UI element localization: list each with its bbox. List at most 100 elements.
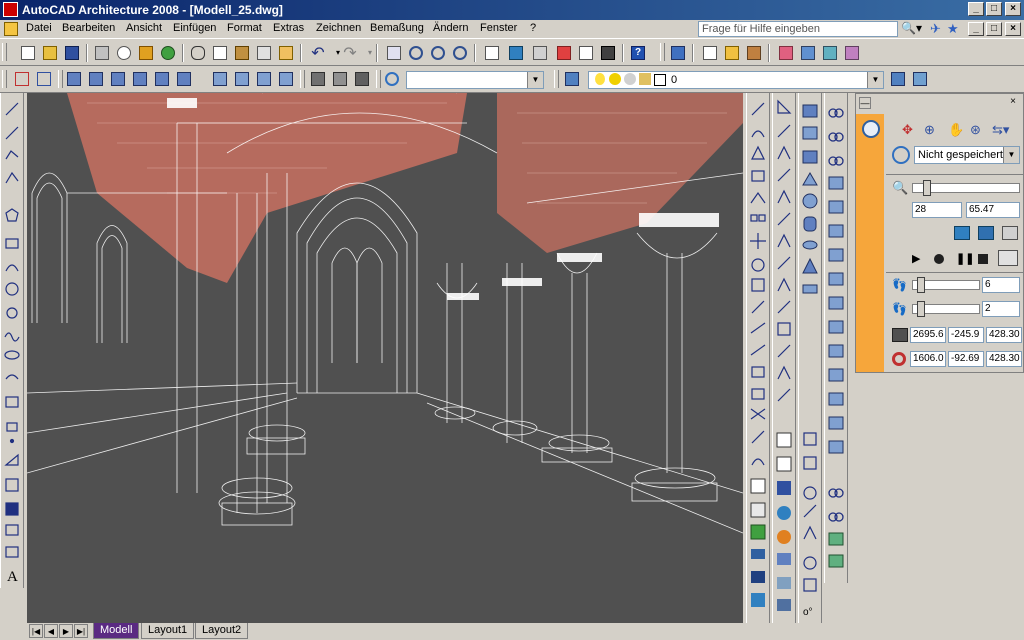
tab-first-button[interactable]: |◀	[29, 624, 43, 638]
top-view-button[interactable]	[64, 69, 84, 89]
maximize-button[interactable]: □	[986, 2, 1002, 16]
left-view-button[interactable]	[108, 69, 128, 89]
tab-modell[interactable]: Modell	[93, 623, 140, 639]
view-tool-2-button[interactable]	[34, 69, 54, 89]
model-viewport[interactable]	[27, 93, 743, 623]
zoom-min-field[interactable]: 28	[912, 202, 962, 218]
save-button[interactable]	[62, 43, 82, 63]
target-y-field[interactable]: -92.69	[948, 351, 984, 367]
menu-extras[interactable]: Extras	[273, 22, 304, 34]
zoom-max-field[interactable]: 65.47	[966, 202, 1020, 218]
open-file-button[interactable]	[40, 43, 60, 63]
design-tool-2-button[interactable]	[798, 43, 818, 63]
view-select[interactable]: ▼	[406, 71, 544, 89]
layer-properties-button[interactable]	[562, 69, 582, 89]
redo-icon[interactable]: ↷	[340, 43, 360, 63]
document-icon[interactable]	[4, 22, 18, 36]
menu-bearbeiten[interactable]: Bearbeiten	[62, 22, 115, 34]
help-search-icon[interactable]: 🔍▾	[901, 21, 927, 37]
plot-button[interactable]	[92, 43, 112, 63]
annotation-button[interactable]	[722, 43, 742, 63]
autocad-app-icon[interactable]	[3, 2, 18, 17]
named-view-button[interactable]	[382, 69, 402, 89]
camera-z-field[interactable]: 428.30	[986, 327, 1022, 343]
layer-select[interactable]: 0 ▼	[588, 71, 884, 89]
tab-last-button[interactable]: ▶|	[74, 624, 88, 638]
doc-close-button[interactable]: ×	[1005, 22, 1021, 36]
undo-icon[interactable]: ↶	[308, 43, 328, 63]
block-editor-button[interactable]	[276, 43, 296, 63]
toolbar-grip[interactable]	[376, 70, 381, 88]
close-button[interactable]: ×	[1005, 2, 1021, 16]
match-properties-button[interactable]	[254, 43, 274, 63]
menu-bemassung[interactable]: Bemaßung	[370, 22, 424, 34]
walk-settings-icon[interactable]	[998, 250, 1018, 266]
publish-button[interactable]	[136, 43, 156, 63]
saved-view-select[interactable]: Nicht gespeichert ▼	[914, 146, 1020, 164]
se-iso-button[interactable]	[232, 69, 252, 89]
view-tool-1-button[interactable]	[12, 69, 32, 89]
new-file-button[interactable]	[18, 43, 38, 63]
design-tool-1-button[interactable]	[776, 43, 796, 63]
right-view-button[interactable]	[130, 69, 150, 89]
menu-aendern[interactable]: Ändern	[433, 22, 468, 34]
bottom-view-button[interactable]	[86, 69, 106, 89]
tool-palettes-button[interactable]	[530, 43, 550, 63]
toolbar-grip[interactable]	[660, 43, 665, 61]
markup-button[interactable]	[576, 43, 596, 63]
toolbar-grip[interactable]	[2, 43, 7, 61]
step-height-slider[interactable]	[912, 301, 980, 317]
step-count-field[interactable]: 6	[982, 277, 1020, 293]
menu-datei[interactable]: Datei	[26, 22, 52, 34]
zoom-icon[interactable]: ⊕	[924, 122, 942, 138]
view-icon[interactable]	[892, 146, 910, 164]
layer-states-button[interactable]	[668, 43, 688, 63]
camera-tool-1-button[interactable]	[308, 69, 328, 89]
zoom-window-button[interactable]	[428, 43, 448, 63]
menu-einfuegen[interactable]: Einfügen	[173, 22, 216, 34]
orbit-icon[interactable]: ✥	[902, 122, 920, 138]
menu-help[interactable]: ?	[530, 22, 536, 34]
cut-button[interactable]	[188, 43, 208, 63]
ne-iso-button[interactable]	[254, 69, 274, 89]
camera-y-field[interactable]: -245.9	[948, 327, 984, 343]
camera-icon[interactable]	[1002, 226, 1018, 240]
communication-center-icon[interactable]: ✈	[930, 21, 946, 37]
toolbar-grip[interactable]	[58, 70, 63, 88]
tab-layout2[interactable]: Layout2	[195, 623, 249, 639]
pan-icon[interactable]: ✋	[948, 122, 966, 138]
minimize-button[interactable]: _	[968, 2, 984, 16]
paste-button[interactable]	[232, 43, 252, 63]
properties-button[interactable]	[482, 43, 502, 63]
target-z-field[interactable]: 428.30	[986, 351, 1022, 367]
doc-minimize-button[interactable]: _	[968, 22, 984, 36]
menu-ansicht[interactable]: Ansicht	[126, 22, 162, 34]
compass-icon[interactable]	[862, 120, 880, 138]
layer-previous-button[interactable]	[910, 69, 930, 89]
copy-button[interactable]	[210, 43, 230, 63]
nw-iso-button[interactable]	[276, 69, 296, 89]
doc-restore-button[interactable]: □	[986, 22, 1002, 36]
sw-iso-button[interactable]	[210, 69, 230, 89]
design-center-button[interactable]	[506, 43, 526, 63]
stop-icon[interactable]	[978, 254, 988, 264]
record-icon[interactable]	[934, 254, 944, 264]
edit-style-button[interactable]	[700, 43, 720, 63]
design-tool-3-button[interactable]	[820, 43, 840, 63]
design-tool-4-button[interactable]	[842, 43, 862, 63]
step-height-field[interactable]: 2	[982, 301, 1020, 317]
calculator-button[interactable]	[598, 43, 618, 63]
make-current-layer-button[interactable]	[888, 69, 908, 89]
panel-close-icon[interactable]: ×	[1006, 97, 1020, 109]
step-height-knob[interactable]	[917, 301, 925, 317]
toolbar-grip[interactable]	[2, 70, 7, 88]
tab-layout1[interactable]: Layout1	[141, 623, 195, 639]
menu-fenster[interactable]: Fenster	[480, 22, 517, 34]
camera-x-field[interactable]: 2695.6	[910, 327, 946, 343]
zoom-slider[interactable]	[912, 180, 1020, 196]
camera-tool-3-button[interactable]	[352, 69, 372, 89]
sheet-set-button[interactable]	[554, 43, 574, 63]
zoom-realtime-button[interactable]	[406, 43, 426, 63]
zoom-slider-knob[interactable]	[923, 180, 931, 196]
front-view-button[interactable]	[152, 69, 172, 89]
